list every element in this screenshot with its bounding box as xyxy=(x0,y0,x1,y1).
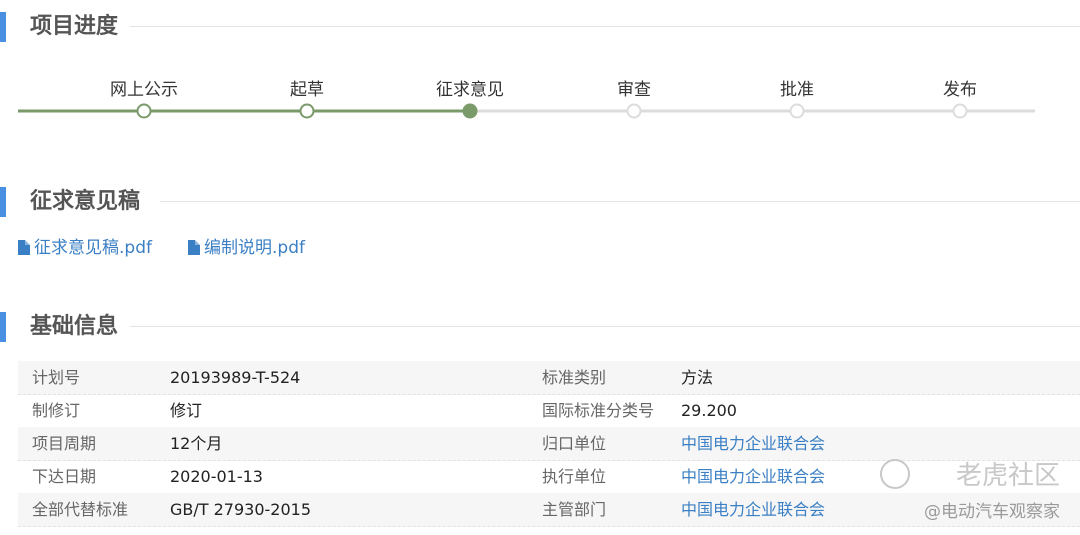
field-label: 计划号 xyxy=(32,368,81,387)
step-marker-done xyxy=(299,103,315,119)
progress-section-header: 项目进度 xyxy=(0,12,1080,42)
step-label: 征求意见 xyxy=(436,80,504,100)
step-label: 发布 xyxy=(943,80,977,100)
table-row: 计划号 20193989-T-524 标准类别 方法 xyxy=(18,361,1080,395)
field-label: 标准类别 xyxy=(542,368,607,387)
org-link[interactable]: 中国电力企业联合会 xyxy=(681,427,825,460)
step-marker-pending xyxy=(789,103,805,119)
section-divider xyxy=(130,26,1080,27)
explanation-pdf-link[interactable]: 编制说明.pdf xyxy=(188,236,305,260)
info-section-header: 基础信息 xyxy=(0,312,1080,342)
draft-pdf-link[interactable]: 征求意见稿.pdf xyxy=(18,236,152,260)
section-title: 项目进度 xyxy=(30,14,119,39)
section-accent-bar xyxy=(0,12,6,42)
watermark-handle: @电动汽车观察家 xyxy=(924,502,1060,522)
field-label: 主管部门 xyxy=(542,500,607,519)
field-label: 执行单位 xyxy=(542,467,607,486)
field-label: 制修订 xyxy=(32,401,81,420)
field-label: 项目周期 xyxy=(32,434,97,453)
field-value: 29.200 xyxy=(681,401,737,420)
step-marker-current xyxy=(462,103,478,119)
step-label: 网上公示 xyxy=(110,80,178,100)
section-accent-bar xyxy=(0,312,6,342)
watermark: 老虎社区 @电动汽车观察家 xyxy=(880,455,1060,525)
field-label: 归口单位 xyxy=(542,434,607,453)
pdf-file-icon xyxy=(188,240,200,255)
field-label: 下达日期 xyxy=(32,467,97,486)
org-link[interactable]: 中国电力企业联合会 xyxy=(681,493,825,526)
step-marker-pending xyxy=(952,103,968,119)
field-value: 方法 xyxy=(681,368,714,387)
field-value: 12个月 xyxy=(170,434,223,453)
field-label: 国际标准分类号 xyxy=(542,401,655,420)
org-link[interactable]: 中国电力企业联合会 xyxy=(681,460,825,493)
step-label: 批准 xyxy=(780,80,814,100)
pdf-file-icon xyxy=(18,240,30,255)
progress-stepper: 网上公示 起草 征求意见 审查 批准 发布 xyxy=(0,70,1080,130)
section-divider xyxy=(160,201,1080,202)
step-marker-done xyxy=(136,103,152,119)
field-value: 2020-01-13 xyxy=(170,467,263,486)
field-label: 全部代替标准 xyxy=(32,500,129,519)
field-value: 20193989-T-524 xyxy=(170,368,301,387)
step-label: 起草 xyxy=(290,80,324,100)
section-title: 征求意见稿 xyxy=(30,189,141,214)
watermark-logo-icon xyxy=(880,459,910,489)
draft-section-header: 征求意见稿 xyxy=(0,187,1080,217)
step-label: 审查 xyxy=(617,80,651,100)
section-divider xyxy=(130,326,1080,327)
section-title: 基础信息 xyxy=(30,314,119,339)
file-link-label: 编制说明.pdf xyxy=(204,238,305,258)
table-row: 制修订 修订 国际标准分类号 29.200 xyxy=(18,394,1080,428)
watermark-brand: 老虎社区 xyxy=(955,461,1060,491)
field-value: GB/T 27930-2015 xyxy=(170,500,312,519)
section-accent-bar xyxy=(0,187,6,217)
field-value: 修订 xyxy=(170,401,203,420)
step-marker-pending xyxy=(626,103,642,119)
file-link-label: 征求意见稿.pdf xyxy=(34,238,152,258)
